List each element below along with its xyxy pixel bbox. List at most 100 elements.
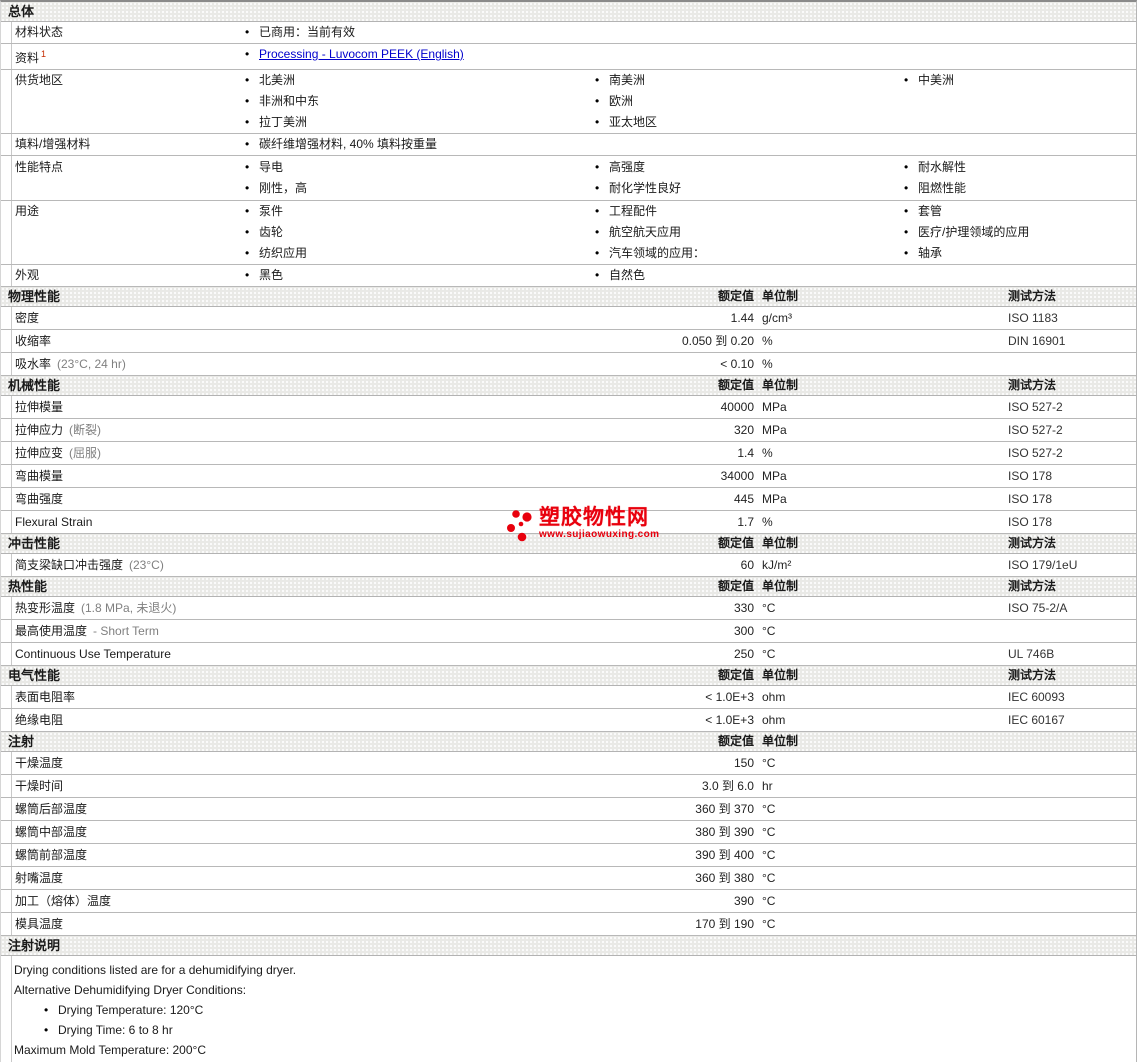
section-column-header: 物理性能 额定值 单位制 测试方法 [1,287,1136,307]
property-row: 绝缘电阻 < 1.0E+3 ohm IEC 60167 [1,709,1136,732]
bullet-item: • 耐水解性 [904,157,1136,178]
bullet-item: • 拉丁美洲 [245,112,595,133]
row-label-cell: 填料/增强材料 [1,134,245,155]
property-row: 吸水率 (23°C, 24 hr) < 0.10% [1,353,1136,376]
property-label-cell: 拉伸应力 (断裂) [1,419,624,441]
row-label-cell: 外观 [1,265,245,286]
property-test-method [1008,890,1136,912]
property-label-cell: 螺筒前部温度 [1,844,624,866]
bullet-icon: • [595,246,600,260]
bullet-icon: • [245,25,250,39]
section-title: 总体 [8,4,35,19]
note-line: Maximum Mold Temperature: 200°C [1,1040,1136,1060]
property-value: 390 [733,894,754,908]
bullet-icon: • [595,73,600,87]
bullet-item-text: 拉丁美洲 [259,115,308,129]
property-condition: (23°C) [129,558,164,572]
property-row: 加工（熔体）温度 390 °C [1,890,1136,913]
property-test-method [1008,620,1136,642]
property-label: 螺筒中部温度 [15,825,88,839]
property-value: < 0.10 [720,357,754,371]
property-unit: °C [762,802,776,816]
bullet-item: • 刚性，高 [245,178,595,199]
bullet-icon: • [245,160,250,174]
property-label: 拉伸模量 [15,400,64,414]
bullet-icon: • [245,94,250,108]
property-row: 弯曲模量 34000 MPa ISO 178 [1,465,1136,488]
property-test-method: ISO 1183 [1008,311,1058,325]
property-value: 360 到 370 [695,802,754,816]
rated-value-header: 额定值 [717,579,754,593]
row-label: 供货地区 [15,73,64,87]
note-line: Drying conditions listed are for a dehum… [1,960,1136,980]
bullet-column [595,44,904,69]
rated-value-header: 额定值 [717,668,754,682]
bullet-column [904,265,1136,286]
bullet-icon: • [595,181,600,195]
property-label: 射嘴温度 [15,871,64,885]
bullet-icon: • [44,1003,49,1017]
bullet-item-text: 亚太地区 [609,115,658,129]
bullet-icon: • [595,268,600,282]
rated-value-header: 额定值 [717,536,754,550]
bullet-item: • 导电 [245,157,595,178]
bullet-item: • 非洲和中东 [245,91,595,112]
property-sections: 物理性能 额定值 单位制 测试方法 密度 1.44 g/cm³ ISO 1183 收缩率 0.05… [1,287,1136,936]
property-unit: °C [762,894,776,908]
bullet-item: • 碳纤维增强材料, 40% 填料按重量 [245,134,595,155]
property-unit: kJ/m² [762,558,792,572]
property-row: 拉伸模量 40000 MPa ISO 527-2 [1,396,1136,419]
note-text: Drying Temperature: 120°C [58,1003,204,1017]
property-test-method: IEC 60167 [1008,713,1065,727]
document-link[interactable]: Processing - Luvocom PEEK (English) [259,47,464,61]
property-test-method [1008,353,1136,375]
property-label-cell: 表面电阻率 [1,686,624,708]
property-condition: (23°C, 24 hr) [57,357,126,371]
bullet-item: • 工程配件 [595,201,904,222]
property-test-method: IEC 60093 [1008,690,1065,704]
property-label-cell: 干燥时间 [1,775,624,797]
bullet-item: • 黑色 [245,265,595,286]
property-value: 40000 [720,400,754,414]
injection-notes: Drying conditions listed are for a dehum… [1,956,1136,1062]
rated-value-header: 额定值 [717,378,754,392]
property-row: 收缩率 0.050 到 0.20% DIN 16901 [1,330,1136,353]
bullet-icon: • [245,204,250,218]
property-label: 最高使用温度 [15,624,88,638]
bullet-icon: • [595,94,600,108]
property-row: 拉伸应力 (断裂) 320 MPa ISO 527-2 [1,419,1136,442]
bullet-icon: • [595,225,600,239]
bullet-item: • 阻燃性能 [904,178,1136,199]
property-label-cell: 密度 [1,307,624,329]
property-label: 热变形温度 [15,601,76,615]
property-value: 250 [733,647,754,661]
unit-header: 单位制 [762,536,799,550]
unit-header: 单位制 [762,668,799,682]
section-title: 机械性能 [8,378,61,393]
property-label: 密度 [15,311,40,325]
bullet-column: • 工程配件 • 航空航天应用 • 汽车领域的应用： [595,201,904,264]
property-unit: ohm [762,690,786,704]
unit-header: 单位制 [762,579,799,593]
rated-value-header: 额定值 [717,734,754,748]
section-column-header: 机械性能 额定值 单位制 测试方法 [1,376,1136,396]
property-row: Flexural Strain 1.7% ISO 178 [1,511,1136,534]
property-label-cell: 热变形温度 (1.8 MPa, 未退火) [1,597,624,619]
property-label-cell: Continuous Use Temperature [1,643,624,665]
bullet-item: • Processing - Luvocom PEEK (English) [245,44,595,65]
bullet-column: • 套管 • 医疗/护理领域的应用 • 轴承 [904,201,1136,264]
property-unit: °C [762,848,776,862]
general-row: 用途 • 泵件 • 齿轮 • 纺织应用 • 工程配件 • 航空航天应用 • 汽车领域的应用： • 套管 • 医疗… [1,201,1136,265]
property-test-method: DIN 16901 [1008,334,1066,348]
property-unit: % [762,334,773,348]
bullet-icon: • [245,47,250,61]
bullet-column: • 导电 • 刚性，高 [245,157,595,199]
bullet-icon: • [595,204,600,218]
bullet-column [595,134,904,155]
property-unit: °C [762,601,776,615]
bullet-icon: • [245,137,250,151]
section-column-header: 电气性能 额定值 单位制 测试方法 [1,666,1136,686]
property-label: 弯曲强度 [15,492,64,506]
row-label-cell: 供货地区 [1,70,245,133]
bullet-item: • 汽车领域的应用： [595,243,904,264]
